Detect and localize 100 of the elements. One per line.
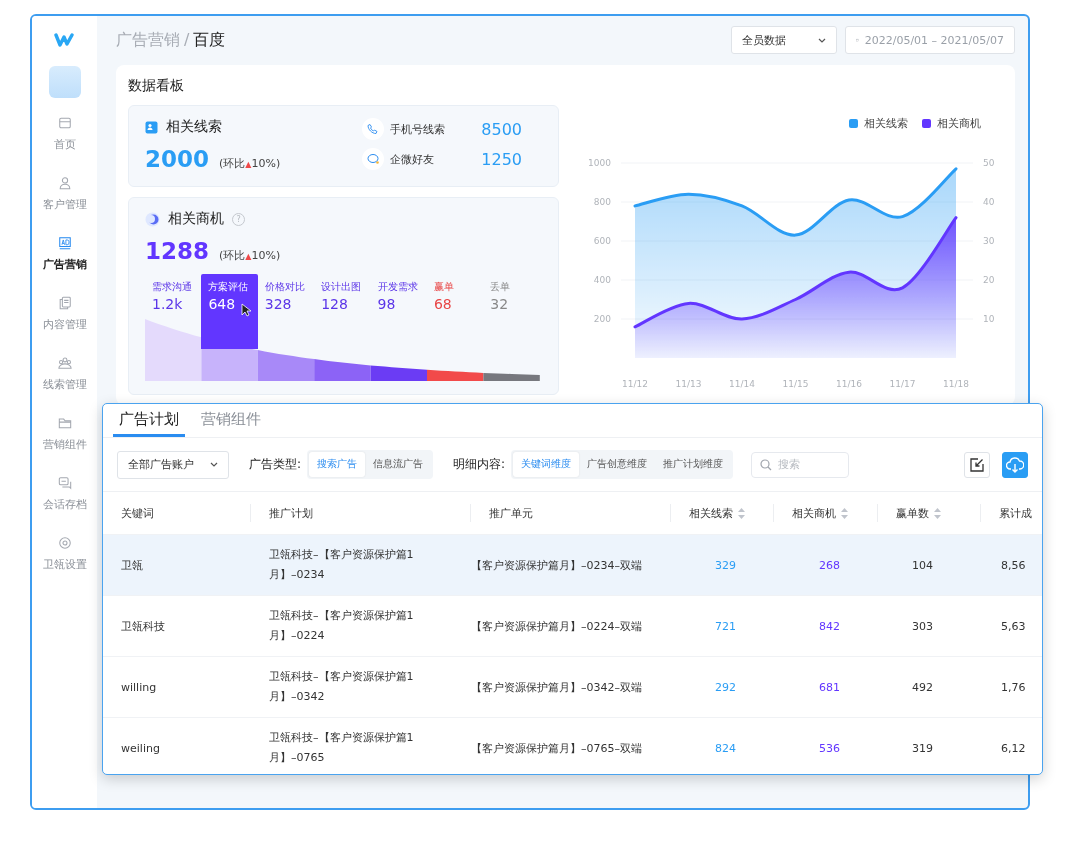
segment-option[interactable]: 信息流广告 bbox=[365, 452, 432, 477]
search-icon bbox=[760, 458, 773, 471]
sort-icon[interactable] bbox=[934, 507, 941, 519]
y-axis-label: 40 bbox=[983, 197, 995, 207]
sort-icon[interactable] bbox=[738, 507, 745, 519]
table-cell-text: 卫瓴科技–【客户资源保护篇1月】–0765 bbox=[269, 730, 415, 766]
leads-title: 相关线索 bbox=[166, 118, 222, 136]
legend-label: 相关线索 bbox=[864, 115, 908, 131]
table-cell: 【客户资源保护篇月】–0765–双端 bbox=[471, 741, 642, 755]
table-cell: 329 bbox=[715, 558, 736, 572]
moon-icon bbox=[145, 211, 160, 227]
funnel-stage[interactable]: 设计出图 128 bbox=[314, 274, 371, 349]
table-cell: 268 bbox=[819, 558, 840, 572]
y-axis-label: 600 bbox=[593, 236, 611, 246]
source-label: 企微好友 bbox=[390, 151, 435, 167]
x-axis-label: 11/13 bbox=[675, 379, 702, 389]
phone-icon bbox=[362, 118, 384, 140]
table-row[interactable]: 卫瓴科技 卫瓴科技–【客户资源保护篇1月】–0224 【客户资源保护篇月】–0224–双端 721 842 303 5,63 bbox=[103, 596, 1042, 657]
table-cell: 卫瓴 bbox=[121, 558, 143, 572]
group-icon bbox=[57, 356, 72, 370]
edit-button[interactable] bbox=[964, 451, 990, 478]
sidebar-item[interactable]: 卫瓴设置 bbox=[42, 524, 87, 584]
funnel-stage[interactable]: 开发需求 98 bbox=[370, 274, 427, 349]
table-row[interactable]: willing 卫瓴科技–【客户资源保护篇1月】–0342 【客户资源保护篇月】–0342–双端 292 681 492 1,76 bbox=[103, 657, 1042, 718]
column-header[interactable]: 相关线索 bbox=[689, 505, 733, 521]
column-header[interactable]: 赢单数 bbox=[896, 505, 929, 521]
table-cell: 681 bbox=[819, 680, 840, 694]
folder-icon bbox=[57, 416, 72, 430]
compare-text: (环比▲10%) bbox=[219, 156, 281, 171]
column-header: 推广单元 bbox=[489, 505, 533, 521]
user-icon bbox=[57, 176, 72, 190]
table-cell: 8,56 bbox=[1001, 558, 1026, 572]
table-cell: 492 bbox=[912, 680, 933, 694]
ad-icon bbox=[57, 236, 72, 250]
table-cell-text: 卫瓴科技–【客户资源保护篇1月】–0234 bbox=[269, 547, 415, 583]
table-cell: 721 bbox=[715, 619, 736, 633]
account-select[interactable]: 全部广告账户 bbox=[117, 450, 229, 479]
segment-option[interactable]: 推广计划维度 bbox=[655, 452, 732, 477]
table-cell: 【客户资源保护篇月】–0234–双端 bbox=[471, 558, 642, 572]
logo-icon bbox=[53, 32, 76, 48]
column-header: 关键词 bbox=[121, 505, 154, 521]
table-row[interactable]: 卫瓴 卫瓴科技–【客户资源保护篇1月】–0234 【客户资源保护篇月】–0234–双端 329 268 104 8,56 bbox=[103, 535, 1042, 596]
table-cell: 5,63 bbox=[1001, 619, 1026, 633]
workspace-badge bbox=[48, 66, 81, 98]
y-axis-label: 800 bbox=[593, 197, 611, 207]
sidebar-item[interactable]: 会话存档 bbox=[42, 464, 87, 524]
column-header: 推广计划 bbox=[269, 505, 313, 521]
table-cell: 319 bbox=[912, 741, 933, 755]
x-axis-label: 11/17 bbox=[889, 379, 916, 389]
tab[interactable]: 营销组件 bbox=[195, 410, 267, 437]
x-axis-label: 11/12 bbox=[622, 379, 648, 389]
column-header: 累计成 bbox=[999, 505, 1032, 521]
x-axis-label: 11/15 bbox=[782, 379, 809, 389]
y-axis-label: 200 bbox=[593, 314, 611, 324]
sidebar-item[interactable]: 内容管理 bbox=[42, 284, 87, 344]
breadcrumb-current: 百度 bbox=[193, 29, 226, 51]
contact-card-icon bbox=[145, 120, 158, 134]
member-select[interactable]: 全员数据 bbox=[731, 26, 837, 54]
segment-option[interactable]: 广告创意维度 bbox=[579, 452, 656, 477]
source-label: 手机号线索 bbox=[390, 121, 446, 137]
funnel-stage[interactable]: 丢单 32 bbox=[483, 274, 540, 349]
column-header[interactable]: 相关商机 bbox=[792, 505, 836, 521]
y-axis-label: 400 bbox=[593, 275, 611, 285]
window-icon bbox=[57, 116, 72, 130]
chevron-down-icon bbox=[210, 462, 218, 467]
dashboard-title: 数据看板 bbox=[128, 77, 185, 95]
sidebar-item[interactable]: 广告营销 bbox=[42, 224, 87, 284]
sidebar-item[interactable]: 营销组件 bbox=[42, 404, 87, 464]
segment-option[interactable]: 搜索广告 bbox=[309, 452, 366, 477]
sidebar-item[interactable]: 首页 bbox=[53, 104, 76, 164]
funnel-stage[interactable]: 赢单 68 bbox=[426, 274, 484, 349]
funnel-stage[interactable]: 价格对比 328 bbox=[257, 274, 315, 349]
source-value: 1250 bbox=[481, 149, 522, 169]
source-value: 8500 bbox=[481, 119, 522, 139]
y-axis-label: 10 bbox=[983, 314, 995, 324]
download-button[interactable] bbox=[1002, 451, 1028, 478]
table-row[interactable]: weiling 卫瓴科技–【客户资源保护篇1月】–0765 【客户资源保护篇月】–0765–双端 824 536 319 6,12 bbox=[103, 718, 1042, 774]
table-cell: 6,12 bbox=[1001, 741, 1026, 755]
table-cell: willing bbox=[121, 680, 157, 694]
leads-value: 2000 bbox=[145, 146, 209, 172]
tab[interactable]: 广告计划 bbox=[113, 410, 185, 437]
sidebar-item[interactable]: 线索管理 bbox=[42, 344, 87, 404]
chevron-down-icon bbox=[818, 37, 826, 43]
x-axis-label: 11/18 bbox=[943, 379, 969, 389]
document-icon bbox=[57, 296, 72, 310]
search-field[interactable]: 搜索 bbox=[751, 451, 850, 478]
table-cell: 824 bbox=[715, 741, 736, 755]
table-cell: 303 bbox=[912, 619, 933, 633]
y-axis-label: 20 bbox=[983, 275, 995, 285]
funnel-stage[interactable]: 方案评估 648 bbox=[201, 274, 258, 349]
sidebar-item[interactable]: 客户管理 bbox=[42, 164, 87, 224]
table-cell-text: 卫瓴科技–【客户资源保护篇1月】–0224 bbox=[269, 608, 415, 644]
segment-option[interactable]: 关键词维度 bbox=[513, 452, 580, 477]
edit-icon bbox=[970, 457, 984, 472]
compare-text: (环比▲10%) bbox=[219, 248, 281, 263]
y-axis-label: 1000 bbox=[588, 158, 611, 168]
funnel-stage[interactable]: 需求沟通 1.2k bbox=[145, 274, 202, 349]
sort-icon[interactable] bbox=[841, 507, 848, 519]
y-axis-label: 50 bbox=[983, 158, 995, 168]
table-cell: weiling bbox=[121, 741, 160, 755]
